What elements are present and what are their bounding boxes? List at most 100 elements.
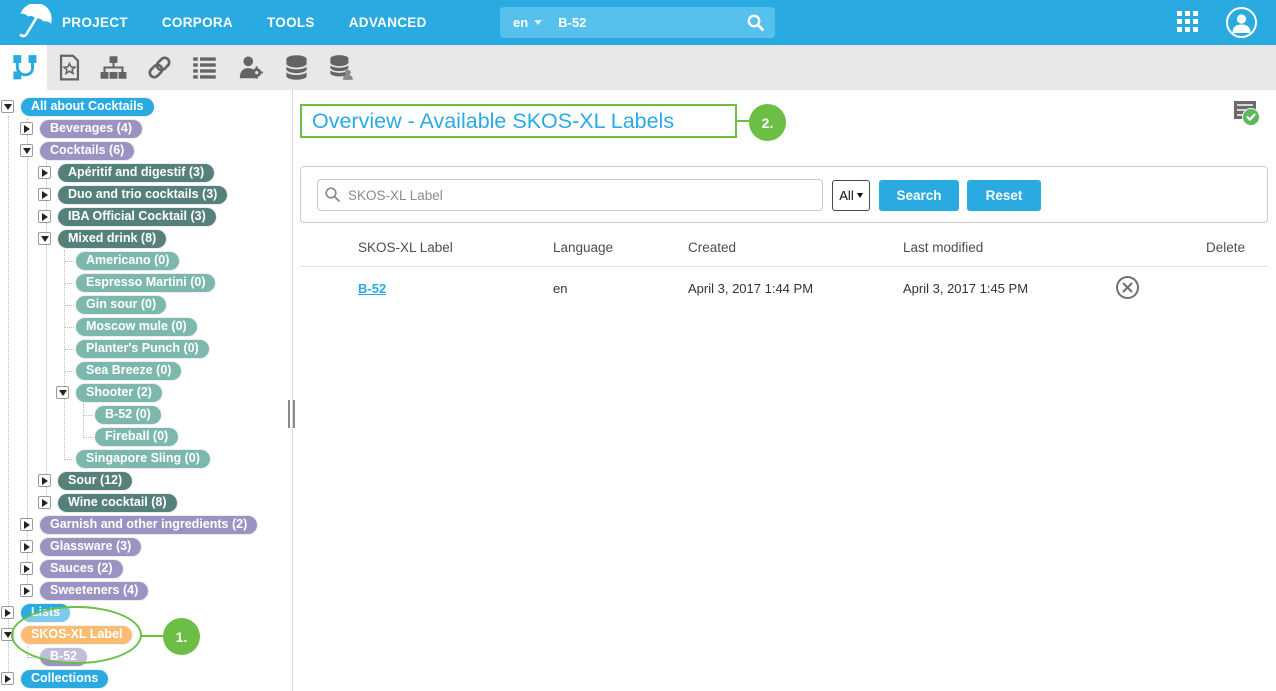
tree-node-pill[interactable]: Sour (12)	[58, 472, 132, 490]
tree-guide	[64, 250, 65, 460]
search-language-selector[interactable]: en	[513, 15, 528, 30]
search-button[interactable]: Search	[879, 180, 959, 211]
language-cell: en	[553, 281, 567, 296]
page-title-box: Overview - Available SKOS-XL Labels	[300, 104, 737, 138]
database-user-icon[interactable]	[327, 54, 354, 81]
expand-toggle-icon[interactable]	[20, 540, 33, 553]
tree-node-pill[interactable]: Apéritif and digestif (3)	[58, 164, 214, 182]
check-badge-icon	[1242, 108, 1260, 126]
chevron-down-icon	[857, 193, 863, 198]
tree-guide	[8, 116, 9, 680]
tree-node-pill[interactable]: Glassware (3)	[40, 538, 141, 556]
modified-cell: April 3, 2017 1:45 PM	[903, 281, 1028, 296]
expand-toggle-icon[interactable]	[1, 606, 14, 619]
top-navbar: PROJECT CORPORA TOOLS ADVANCED en B-52	[0, 0, 1276, 45]
tree-node-pill[interactable]: Sweeteners (4)	[40, 582, 148, 600]
tree-node-pill[interactable]: Wine cocktail (8)	[58, 494, 177, 512]
filter-selected-value: All	[839, 188, 853, 203]
expand-toggle-icon[interactable]	[20, 122, 33, 135]
tree-node-pill[interactable]: Shooter (2)	[76, 384, 162, 402]
tree-node-pill[interactable]: Americano (0)	[76, 252, 179, 270]
tree-node-pill[interactable]: Garnish and other ingredients (2)	[40, 516, 257, 534]
menu-project[interactable]: PROJECT	[62, 15, 128, 30]
tree-node-pill[interactable]: Beverages (4)	[40, 120, 142, 138]
tree-node-pill[interactable]: Gin sour (0)	[76, 296, 166, 314]
expand-toggle-icon[interactable]	[20, 562, 33, 575]
tree-node-pill[interactable]: B-52 (0)	[95, 406, 161, 424]
main-menu: PROJECT CORPORA TOOLS ADVANCED	[62, 0, 427, 45]
tree-guide	[64, 283, 74, 284]
tree-guide	[83, 404, 84, 438]
collapse-toggle-icon[interactable]	[1, 100, 14, 113]
document-star-icon[interactable]	[56, 54, 83, 81]
expand-toggle-icon[interactable]	[20, 518, 33, 531]
tree-guide	[64, 305, 74, 306]
column-header-modified: Last modified	[903, 240, 983, 255]
expand-toggle-icon[interactable]	[38, 210, 51, 223]
tree-node-pill[interactable]: Singapore Sling (0)	[76, 450, 210, 468]
delete-icon[interactable]	[1116, 276, 1139, 299]
global-search-input[interactable]: B-52	[558, 15, 586, 30]
tree-guide	[64, 459, 74, 460]
column-header-label: SKOS-XL Label	[358, 240, 453, 255]
expand-toggle-icon[interactable]	[38, 166, 51, 179]
annotation-step-1: 1.	[163, 618, 200, 655]
list-icon[interactable]	[191, 54, 218, 81]
concept-scheme-icon[interactable]	[10, 54, 37, 81]
apps-grid-icon[interactable]	[1177, 11, 1200, 34]
global-search-box[interactable]: en B-52	[500, 7, 775, 38]
menu-tools[interactable]: TOOLS	[267, 15, 315, 30]
tree-node-pill[interactable]: Fireball (0)	[95, 428, 178, 446]
tree-guide	[64, 371, 74, 372]
expand-toggle-icon[interactable]	[1, 672, 14, 685]
collapse-toggle-icon[interactable]	[38, 232, 51, 245]
column-header-delete: Delete	[1206, 240, 1245, 255]
poolparty-umbrella-logo	[16, 4, 56, 42]
tree-node-pill[interactable]: IBA Official Cocktail (3)	[58, 208, 216, 226]
expand-toggle-icon[interactable]	[20, 584, 33, 597]
tree-node-pill[interactable]: Sauces (2)	[40, 560, 123, 578]
menu-advanced[interactable]: ADVANCED	[349, 15, 427, 30]
tree-guide	[83, 415, 93, 416]
collapse-toggle-icon[interactable]	[1, 628, 14, 641]
tree-node-pill[interactable]: Cocktails (6)	[40, 142, 134, 160]
tree-node-pill[interactable]: Mixed drink (8)	[58, 230, 166, 248]
tree-node-pill[interactable]: Espresso Martini (0)	[76, 274, 215, 292]
tree-node-pill[interactable]: Sea Breeze (0)	[76, 362, 181, 380]
search-icon[interactable]	[746, 13, 765, 32]
collapse-toggle-icon[interactable]	[56, 386, 69, 399]
concept-tree: All about Cocktails Beverages (4) Cocktail…	[0, 90, 292, 691]
reset-button[interactable]: Reset	[967, 180, 1041, 211]
language-filter-select[interactable]: All	[832, 180, 870, 211]
skosxl-label-link[interactable]: B-52	[358, 281, 386, 296]
skosxl-label-search-input[interactable]	[317, 179, 823, 211]
status-log-icon[interactable]	[1234, 99, 1262, 127]
expand-toggle-icon[interactable]	[38, 496, 51, 509]
tree-node-pill[interactable]: Planter's Punch (0)	[76, 340, 209, 358]
tree-node-pill[interactable]: B-52	[40, 648, 87, 666]
user-avatar-icon[interactable]	[1226, 7, 1257, 38]
tree-node-pill[interactable]: Lists	[21, 604, 70, 622]
tree-node-pill[interactable]: Collections	[21, 670, 108, 688]
panel-divider	[292, 90, 293, 691]
annotation-step-2: 2.	[749, 104, 786, 141]
expand-toggle-icon[interactable]	[38, 474, 51, 487]
tree-node-pill[interactable]: SKOS-XL Label	[21, 626, 132, 644]
tree-guide	[64, 327, 74, 328]
label-search-panel: All Search Reset	[300, 166, 1268, 223]
tree-node-pill[interactable]: Duo and trio cocktails (3)	[58, 186, 227, 204]
sitemap-icon[interactable]	[100, 54, 127, 81]
link-icon[interactable]	[146, 54, 173, 81]
tree-guide	[28, 657, 38, 658]
column-header-created: Created	[688, 240, 736, 255]
expand-toggle-icon[interactable]	[38, 188, 51, 201]
collapse-toggle-icon[interactable]	[20, 144, 33, 157]
column-header-language: Language	[553, 240, 613, 255]
tree-guide	[64, 261, 74, 262]
tree-node-pill[interactable]: Moscow mule (0)	[76, 318, 197, 336]
menu-corpora[interactable]: CORPORA	[162, 15, 233, 30]
user-gear-icon[interactable]	[237, 54, 264, 81]
database-icon[interactable]	[283, 54, 310, 81]
tree-node-pill[interactable]: All about Cocktails	[21, 98, 154, 116]
table-header-separator	[300, 266, 1268, 267]
